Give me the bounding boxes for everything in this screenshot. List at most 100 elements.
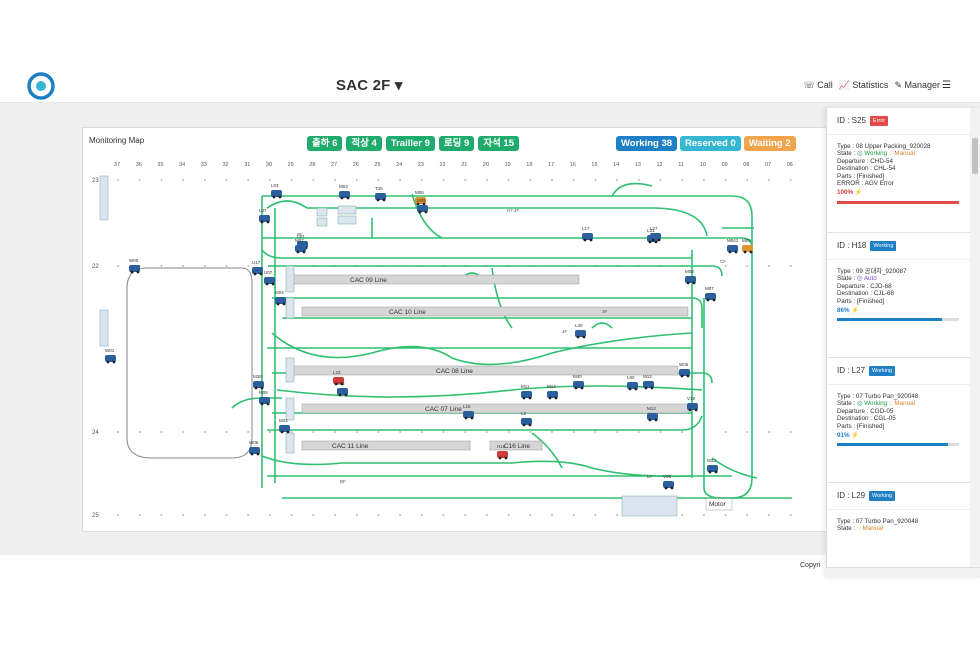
vehicle-detail-panel[interactable]: ID : S25 Error Type : 08 Upper Packing_920… [826, 108, 980, 578]
column-label: 21 [461, 162, 467, 168]
grid-dot [420, 514, 423, 516]
vertical-scrollbar[interactable] [970, 108, 980, 578]
agv-vehicle[interactable]: T25 [375, 186, 386, 202]
grid-dot [377, 179, 380, 181]
grid-dot [768, 431, 770, 433]
progress-bar [837, 318, 959, 322]
agv-vehicle[interactable]: L30 [575, 323, 586, 339]
vehicle-card[interactable]: ID : S25 Error Type : 08 Upper Packing_920… [827, 108, 980, 233]
agv-vehicle[interactable]: W01 [105, 348, 116, 364]
agv-vehicle[interactable]: L07 [259, 208, 270, 224]
working-badge[interactable]: Working 38 [616, 136, 678, 151]
agv-vehicle[interactable]: M40 [573, 374, 584, 390]
vehicle-label: L15 [463, 404, 471, 409]
agv-vehicle[interactable]: W06 [249, 440, 260, 456]
waiting-badge[interactable]: Waiting 2 [743, 136, 796, 151]
vehicle-label: M03 [339, 184, 348, 189]
logo-icon[interactable] [26, 71, 56, 101]
grid-dot [616, 179, 619, 181]
stations [285, 205, 678, 517]
vehicle-card[interactable]: ID : H18 Working Type : 09 공대차_920087 State… [827, 233, 980, 358]
column-label: 19 [505, 162, 511, 168]
line-label: CAC 10 Line [389, 309, 426, 316]
agv-vehicle[interactable]: M03 [339, 184, 350, 200]
manager-link[interactable]: ✎ Manager [894, 80, 940, 91]
column-label: 07 [765, 162, 771, 168]
horizontal-scrollbar[interactable] [826, 567, 980, 578]
map-small-label: BF [340, 479, 346, 484]
scroll-thumb[interactable] [972, 138, 978, 174]
reserved-badge[interactable]: Reserved 0 [680, 136, 741, 151]
count-badge[interactable]: 로딩 9 [438, 136, 475, 151]
line-bar [301, 306, 689, 317]
agv-vehicle[interactable]: L27 [650, 226, 661, 242]
agv-vehicle[interactable]: M07 [705, 286, 716, 302]
column-label: 10 [700, 162, 706, 168]
vehicle-card[interactable]: ID : L27 Working Type : 07 Turbo Pan_92004… [827, 358, 980, 483]
column-label: 12 [657, 162, 663, 168]
agv-vehicle[interactable]: W05 [679, 362, 690, 378]
grid-dot [724, 431, 727, 433]
agv-vehicle[interactable]: M13 [643, 374, 654, 390]
vehicle-label: L27 [650, 226, 658, 231]
map-small-label: bF [647, 474, 653, 479]
status-tag: Working [869, 491, 896, 501]
grid-dot [160, 265, 163, 267]
column-label: 32 [223, 162, 229, 168]
vehicle-id: ID : S25 [837, 116, 866, 125]
agv-vehicle[interactable]: L03 [271, 183, 282, 199]
agv-vehicle[interactable]: M08 [685, 269, 696, 285]
agv-vehicle[interactable]: L80 [627, 375, 638, 391]
line-label: CAC 08 Line [436, 368, 473, 375]
column-label: 35 [157, 162, 163, 168]
agv-vehicle[interactable]: M34 [279, 418, 290, 434]
track-map[interactable]: 37 36 35 34 33 32 31 30 29 28 27 26 25 24 23 22 21 20 19 18… [92, 158, 808, 523]
agv-vehicle[interactable]: M07 [295, 238, 306, 254]
menu-icon[interactable]: ☰ [942, 80, 951, 91]
grid-dot [681, 514, 684, 516]
agv-vehicle[interactable]: M11 [521, 384, 532, 400]
map-small-label: 3F [602, 309, 608, 314]
agv-vehicle[interactable]: L17 [582, 226, 593, 242]
grid-dot [724, 514, 727, 516]
agv-vehicle[interactable]: W05 [129, 258, 140, 274]
grid-dot [160, 514, 163, 516]
grid-dot [160, 179, 163, 181]
grid-dot [768, 179, 770, 181]
agv-vehicle[interactable]: M05 [417, 198, 428, 214]
agv-vehicle[interactable]: L36 [337, 381, 348, 397]
vehicle-type: Type : 07 Turbo Pan_920048 [837, 518, 919, 525]
map-small-label: CF [720, 259, 726, 264]
column-label: 29 [288, 162, 294, 168]
row-label: 22 [92, 264, 99, 270]
agv-vehicle[interactable]: U07 [264, 270, 275, 286]
statistics-link[interactable]: 📈 Statistics [839, 80, 889, 91]
map-small-label: 4F [562, 329, 568, 334]
card-body: Type : 07 Turbo Pan_920048 State : ◌ Manu… [827, 510, 980, 541]
agv-vehicle[interactable]: M041 [727, 238, 739, 254]
grid-dot [182, 431, 185, 433]
count-badge[interactable]: 자석 15 [478, 136, 519, 151]
grid-dot [594, 431, 597, 433]
agv-vehicle[interactable]: V19 [687, 396, 698, 412]
vehicle-card[interactable]: ID : L29 Working Type : 07 Turbo Pan_92004… [827, 483, 980, 578]
progress-bar [837, 443, 959, 447]
column-label: 20 [483, 162, 489, 168]
grid-dot [616, 431, 619, 433]
agv-vehicle[interactable]: M08 [259, 390, 270, 406]
state-mode: ◎ Working [856, 150, 888, 158]
column-label: 18 [526, 162, 532, 168]
grid-dot [138, 179, 141, 181]
count-badge[interactable]: 적상 4 [346, 136, 382, 151]
count-badge[interactable]: 출하 6 [307, 136, 343, 151]
vehicle-destination: Destination : CHL-54 [837, 165, 896, 173]
grid-dot [355, 431, 358, 433]
vehicle-label: V19 [687, 396, 696, 401]
page-title[interactable]: SAC 2F ▾ [336, 76, 403, 94]
agv-vehicle[interactable]: M04 [275, 290, 286, 306]
grid-dot [355, 179, 358, 181]
count-badge[interactable]: Trailler 9 [385, 136, 435, 151]
call-link[interactable]: ☏ Call [803, 80, 832, 91]
vehicle-label: L03 [271, 183, 279, 188]
grid-dot [485, 431, 488, 433]
